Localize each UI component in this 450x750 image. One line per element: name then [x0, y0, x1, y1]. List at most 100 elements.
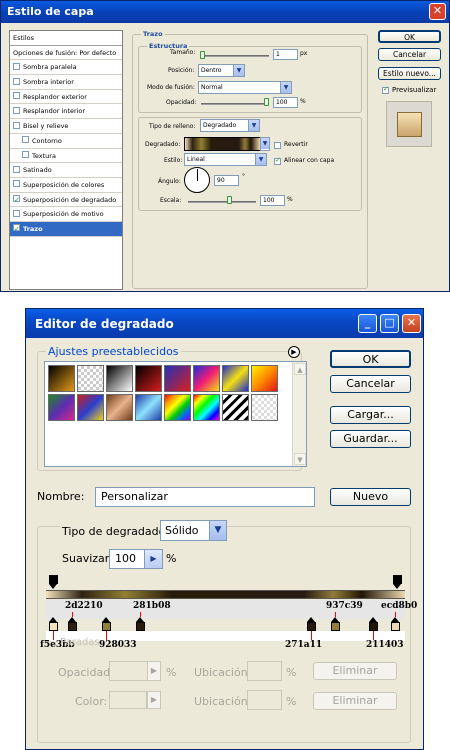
opacity-slider-thumb[interactable]	[264, 98, 269, 106]
preset-swatch[interactable]	[251, 394, 278, 421]
scale-input[interactable]: 100	[260, 195, 285, 206]
stop-opacity-input[interactable]	[109, 661, 151, 681]
preset-swatch[interactable]	[164, 394, 191, 421]
stop-color-swatch[interactable]	[109, 691, 147, 709]
angle-dial[interactable]	[184, 167, 210, 193]
style-item[interactable]: Resplandor exterior	[10, 90, 122, 105]
stop-color-location-input[interactable]	[247, 690, 282, 710]
size-input[interactable]: 1	[273, 49, 298, 60]
preview-checkbox[interactable]	[382, 85, 389, 94]
size-slider[interactable]	[201, 55, 269, 57]
color-stop[interactable]	[331, 617, 340, 631]
style-item-checkbox[interactable]	[13, 165, 20, 173]
color-stop[interactable]	[49, 617, 58, 631]
new-button[interactable]: Nuevo	[330, 488, 411, 506]
scroll-down-icon[interactable]: ▼	[294, 453, 306, 465]
gradient-style-select[interactable]: Lineal ▼	[184, 153, 267, 166]
blend-mode-select[interactable]: Normal ▼	[198, 81, 292, 94]
style-item[interactable]: Contorno	[10, 134, 122, 149]
preset-swatch[interactable]	[135, 365, 162, 392]
preset-swatch[interactable]	[106, 365, 133, 392]
angle-input[interactable]: 90	[214, 175, 239, 186]
preset-swatch[interactable]	[77, 365, 104, 392]
position-select[interactable]: Dentro ▼	[198, 64, 245, 77]
scale-slider[interactable]	[188, 201, 256, 203]
stop-color-arrow-icon[interactable]: ▶	[147, 691, 161, 709]
delete-opacity-stop-button[interactable]: Eliminar	[313, 662, 397, 680]
style-item[interactable]: Satinado	[10, 163, 122, 178]
load-button[interactable]: Cargar...	[330, 406, 411, 424]
style-item-checkbox[interactable]	[13, 193, 20, 206]
size-slider-thumb[interactable]	[200, 51, 205, 59]
align-checkbox[interactable]	[274, 156, 281, 165]
style-item[interactable]: Superposición de colores	[10, 178, 122, 193]
style-item-checkbox[interactable]	[22, 151, 29, 158]
opacity-stop-left[interactable]	[49, 575, 58, 589]
ok-button[interactable]: OK	[378, 30, 441, 43]
new-style-button[interactable]: Estilo nuevo...	[378, 67, 441, 80]
preset-swatch[interactable]	[48, 365, 75, 392]
preset-swatch[interactable]	[193, 394, 220, 421]
preset-swatch[interactable]	[135, 394, 162, 421]
layer-style-titlebar[interactable]: Estilo de capa ✕	[1, 1, 449, 23]
scroll-up-icon[interactable]: ▲	[294, 363, 306, 375]
style-item[interactable]: Bisel y relieve	[10, 119, 122, 134]
fill-type-select[interactable]: Degradado ▼	[200, 119, 260, 132]
smooth-arrow-icon[interactable]: ▶	[144, 550, 162, 568]
name-input[interactable]: Personalizar	[95, 487, 315, 507]
close-icon[interactable]: ✕	[402, 314, 421, 333]
gradient-preview-swatch[interactable]	[184, 137, 261, 151]
maximize-icon[interactable]: □	[380, 314, 399, 333]
preset-swatch[interactable]	[77, 394, 104, 421]
color-stop[interactable]	[68, 617, 77, 631]
color-stop[interactable]	[102, 617, 111, 631]
style-item-checkbox[interactable]	[13, 180, 20, 188]
opacity-slider[interactable]	[201, 103, 269, 105]
ok-button[interactable]: OK	[330, 350, 411, 368]
preset-swatch[interactable]	[106, 394, 133, 421]
style-item[interactable]: Sombra interior	[10, 75, 122, 90]
style-item[interactable]: Opciones de fusión: Por defecto	[10, 46, 122, 61]
color-stop[interactable]	[369, 617, 378, 631]
style-item[interactable]: Sombra paralela	[10, 60, 122, 76]
presets-menu-icon[interactable]: ▶	[288, 346, 300, 358]
color-stop[interactable]	[136, 617, 145, 631]
preset-swatch[interactable]	[48, 394, 75, 421]
delete-color-stop-button[interactable]: Eliminar	[313, 692, 397, 710]
gradient-dropdown[interactable]: ▼	[260, 137, 270, 151]
preset-swatch[interactable]	[222, 394, 249, 421]
style-item-checkbox[interactable]	[13, 62, 20, 70]
color-stop[interactable]	[307, 617, 316, 631]
style-item-checkbox[interactable]	[13, 106, 20, 114]
style-item-checkbox[interactable]	[13, 77, 20, 85]
style-item-checkbox[interactable]	[22, 136, 29, 144]
scale-slider-thumb[interactable]	[227, 196, 232, 204]
style-item-checkbox[interactable]	[13, 222, 20, 236]
style-item[interactable]: Trazo	[10, 221, 122, 237]
gradient-bar[interactable]	[46, 590, 405, 599]
preset-swatch[interactable]	[164, 365, 191, 392]
color-stop[interactable]	[391, 617, 400, 631]
presets-scrollbar[interactable]: ▲ ▼	[292, 362, 306, 466]
preset-swatch[interactable]	[251, 365, 278, 392]
style-item[interactable]: Textura	[10, 149, 122, 164]
style-item[interactable]: Superposición de degradado	[10, 193, 122, 208]
style-item-checkbox[interactable]	[13, 121, 20, 129]
reverse-checkbox[interactable]	[274, 142, 281, 149]
opacity-input[interactable]: 100	[273, 97, 298, 108]
styles-header[interactable]: Estilos	[10, 31, 122, 46]
stop-opacity-location-input[interactable]	[247, 661, 282, 681]
preset-swatch[interactable]	[222, 365, 249, 392]
minimize-icon[interactable]: _	[358, 314, 377, 333]
style-item[interactable]: Resplandor interior	[10, 104, 122, 120]
opacity-stop-right[interactable]	[393, 575, 402, 589]
cancel-button[interactable]: Cancelar	[330, 375, 411, 393]
stop-opacity-arrow-icon[interactable]: ▶	[147, 661, 161, 681]
close-icon[interactable]: ✕	[429, 3, 446, 20]
save-button[interactable]: Guardar...	[330, 430, 411, 448]
style-item[interactable]: Superposición de motivo	[10, 207, 122, 222]
preset-swatch[interactable]	[193, 365, 220, 392]
style-item-checkbox[interactable]	[13, 209, 20, 217]
cancel-button[interactable]: Cancelar	[378, 48, 441, 61]
gradient-editor-titlebar[interactable]: Editor de degradado _ □ ✕	[26, 309, 423, 338]
